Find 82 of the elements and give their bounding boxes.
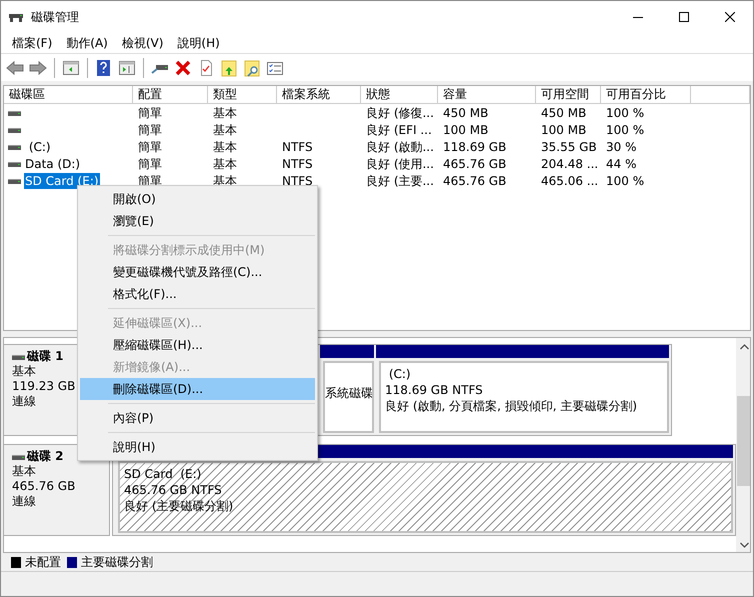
scroll-down-icon[interactable] [740, 542, 749, 548]
table-cell: 44 % [606, 156, 636, 170]
table-cell: 簡單 [138, 106, 162, 120]
table-cell: 100 % [606, 174, 644, 188]
disk-name: 磁碟 2 [27, 449, 64, 464]
table-cell: 100 MB [541, 122, 586, 136]
table-cell: 良好 (修復... [366, 106, 434, 120]
menu-item[interactable]: 檢視(V) [114, 34, 170, 52]
drive-icon [12, 452, 25, 460]
disk-info-panel[interactable]: 磁碟 2 基本 465.76 GB 連線 [4, 444, 110, 536]
table-cell: NTFS [282, 174, 313, 188]
help-icon[interactable] [95, 58, 113, 76]
partition-status: 良好 (主要磁碟分割) [124, 498, 234, 514]
drive-icon [8, 108, 21, 116]
partition-detail: 118.69 GB NTFS [385, 382, 484, 398]
table-cell: 基本 [213, 156, 237, 170]
disk-size: 465.76 GB [12, 479, 76, 494]
legend-label: 主要磁碟分割 [81, 554, 153, 570]
close-icon [725, 12, 735, 22]
window-title: 磁碟管理 [31, 8, 79, 26]
table-cell: 465.06 ... [541, 174, 598, 188]
partition-detail: 465.76 GB NTFS [124, 482, 223, 498]
console-icon[interactable] [118, 58, 136, 76]
table-cell: 良好 (使用... [366, 156, 434, 170]
partition-status: 良好 (啟動, 分頁檔案, 損毀傾印, 主要磁碟分割) [385, 398, 638, 414]
table-cell: 450 MB [541, 106, 586, 120]
delete-icon[interactable] [174, 58, 192, 76]
panel-icon[interactable] [62, 58, 80, 76]
table-cell: NTFS [282, 140, 313, 154]
table-cell: 良好 (EFI ... [366, 122, 432, 136]
menu-item[interactable]: 格式化(F)... [80, 283, 315, 305]
table-cell: 良好 (主要... [366, 174, 434, 188]
folder-search-icon[interactable] [243, 58, 261, 76]
app-icon [9, 11, 23, 23]
menu-item[interactable]: 開啟(O) [80, 188, 315, 210]
partition-label: SD Card (E:) [124, 466, 202, 482]
scroll-up-icon[interactable] [740, 344, 749, 350]
menu-item[interactable]: 變更磁碟機代號及路徑(C)... [80, 261, 315, 283]
table-cell: 簡單 [138, 156, 162, 170]
table-cell: 基本 [213, 122, 237, 136]
disk-type: 基本 [12, 464, 37, 479]
back-icon[interactable] [6, 58, 24, 76]
menu-item[interactable]: 動作(A) [59, 34, 115, 52]
partition-label: (C:) [388, 366, 412, 382]
table-cell: 35.55 GB [541, 140, 597, 154]
disk-status: 連線 [12, 394, 37, 409]
table-cell: 450 MB [443, 106, 488, 120]
table-cell: 465.76 GB [443, 156, 506, 170]
disk-name: 磁碟 1 [27, 349, 64, 364]
menu-item[interactable]: 瀏覽(E) [80, 210, 315, 232]
menu-item[interactable]: 檔案(F) [5, 34, 60, 52]
drive-icon [8, 176, 21, 184]
table-cell: NTFS [282, 156, 313, 170]
disk-type: 基本 [12, 364, 37, 379]
drive-icon [12, 352, 25, 360]
table-cell: 簡單 [138, 140, 162, 154]
table-cell: 100 % [606, 122, 644, 136]
drive-icon [8, 126, 21, 134]
disk-size: 119.23 GB [12, 379, 76, 394]
maximize-icon [679, 12, 689, 22]
table-cell: 100 MB [443, 122, 488, 136]
forward-icon[interactable] [29, 58, 47, 76]
partition-header-bar [320, 345, 374, 358]
scrollbar-thumb[interactable] [737, 396, 750, 486]
table-cell: 良好 (啟動... [366, 140, 434, 154]
table-cell: 204.48 ... [541, 156, 598, 170]
table-cell: 30 % [606, 140, 636, 154]
folder-up-icon[interactable] [220, 58, 238, 76]
volume-name[interactable]: (C:) [24, 138, 52, 154]
table-cell: 100 % [606, 106, 644, 120]
volume-name[interactable]: Data (D:) [24, 156, 82, 172]
table-cell: 465.76 GB [443, 174, 506, 188]
menu-item[interactable]: 刪除磁碟區(D)... [80, 378, 315, 400]
drive-icon [8, 160, 21, 168]
menu-item[interactable]: 說明(H) [170, 34, 227, 52]
table-cell: 基本 [213, 106, 237, 120]
table-cell: 118.69 GB [443, 140, 506, 154]
table-cell: 簡單 [138, 122, 162, 136]
drive-icon [8, 142, 21, 150]
disk-status: 連線 [12, 494, 37, 509]
legend-label: 未配置 [25, 554, 61, 570]
table-cell: 基本 [213, 140, 237, 154]
